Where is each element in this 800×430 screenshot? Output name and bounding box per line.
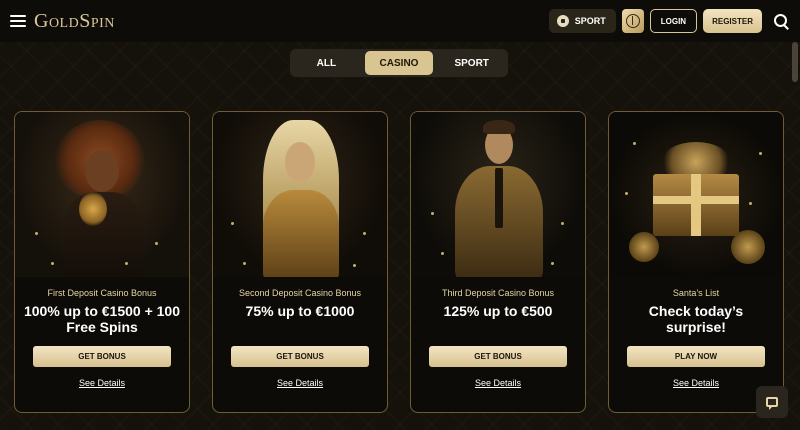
casino-coin-button[interactable] [621,9,644,33]
tab-all[interactable]: ALL [292,51,361,75]
register-button[interactable]: REGISTER [703,9,762,33]
header-actions: SPORT LOGIN REGISTER [548,9,790,33]
bonus-card-second-deposit: Second Deposit Casino Bonus 75% up to €1… [212,111,388,413]
sport-button-label: SPORT [574,16,606,26]
card-title: 100% up to €1500 + 100 Free Spins [23,303,181,335]
card-text: Santa’s List Check today’s surprise! [609,288,783,335]
card-subtitle: Santa’s List [672,288,720,298]
top-header: GoldSpin SPORT LOGIN REGISTER [0,0,800,42]
get-bonus-button[interactable]: GET BONUS [33,346,171,367]
hamburger-menu-icon[interactable] [10,15,26,27]
login-button[interactable]: LOGIN [649,9,698,33]
woman-blonde-illustration [213,112,387,277]
gift-box-illustration [609,112,783,277]
see-details-link[interactable]: See Details [609,378,783,388]
get-bonus-button[interactable]: GET BONUS [231,346,369,367]
get-bonus-button[interactable]: GET BONUS [429,346,567,367]
category-tabs: ALL CASINO SPORT [290,49,508,77]
bonus-cards: First Deposit Casino Bonus 100% up to €1… [14,111,784,413]
tab-casino[interactable]: CASINO [364,51,434,75]
play-now-button[interactable]: PLAY NOW [627,346,765,367]
logo[interactable]: GoldSpin [34,10,115,33]
see-details-link[interactable]: See Details [411,378,585,388]
card-title: 75% up to €1000 [245,303,355,319]
card-title: Check today’s surprise! [648,303,744,335]
sport-button[interactable]: SPORT [548,9,616,33]
bonus-card-third-deposit: Third Deposit Casino Bonus 125% up to €5… [410,111,586,413]
man-gold-suit-illustration [411,112,585,277]
bonus-card-santas-list: Santa’s List Check today’s surprise! PLA… [608,111,784,413]
scrollbar[interactable] [792,42,798,82]
card-subtitle: First Deposit Casino Bonus [47,288,157,298]
card-subtitle: Second Deposit Casino Bonus [238,288,362,298]
search-icon[interactable] [772,12,790,30]
bonus-card-first-deposit: First Deposit Casino Bonus 100% up to €1… [14,111,190,413]
coin-icon [625,14,640,28]
card-title: 125% up to €500 [443,303,553,319]
see-details-link[interactable]: See Details [15,378,189,388]
chat-button[interactable] [756,386,788,418]
see-details-link[interactable]: See Details [213,378,387,388]
soccer-ball-icon [556,15,569,27]
tab-sport[interactable]: SPORT [437,51,506,75]
chat-icon [766,397,778,410]
card-text: Third Deposit Casino Bonus 125% up to €5… [411,288,585,319]
woman-curly-hair-illustration [15,112,189,277]
card-text: Second Deposit Casino Bonus 75% up to €1… [213,288,387,319]
card-subtitle: Third Deposit Casino Bonus [441,288,555,298]
card-text: First Deposit Casino Bonus 100% up to €1… [15,288,189,335]
